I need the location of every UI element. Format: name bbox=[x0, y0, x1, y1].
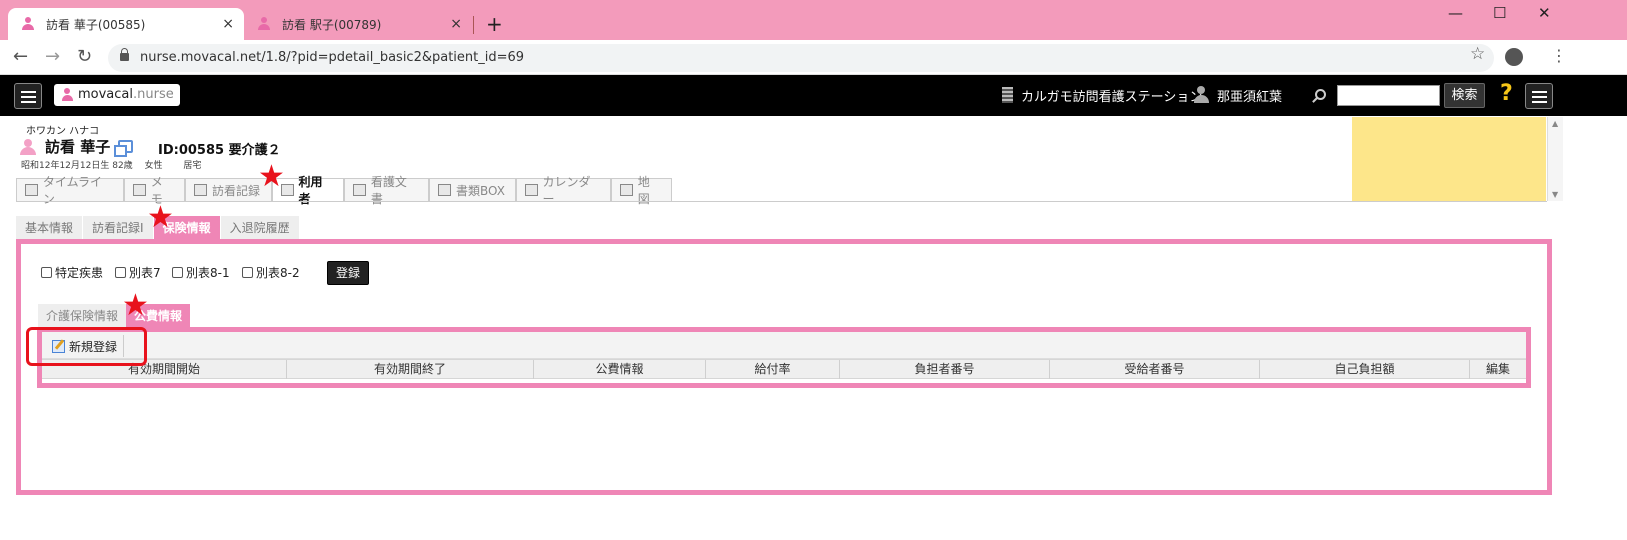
col-header: 自己負担額 bbox=[1260, 360, 1470, 379]
station-name: カルガモ訪問看護ステーション bbox=[1021, 90, 1203, 105]
minimize-button[interactable]: — bbox=[1448, 4, 1463, 22]
box-icon bbox=[438, 184, 451, 196]
logo-text: movacal bbox=[78, 87, 134, 102]
forward-button[interactable]: → bbox=[45, 46, 60, 67]
col-header: 受給者番号 bbox=[1050, 360, 1260, 379]
scrollbar[interactable]: ▲ ▼ bbox=[1547, 117, 1563, 201]
app-header: movacal.nurse カルガモ訪問看護ステーション 那亜須紅葉 検索 ? bbox=[0, 75, 1627, 116]
logo-mark-icon bbox=[62, 88, 74, 102]
pdf-icon bbox=[353, 184, 366, 196]
patient-favicon-icon bbox=[22, 17, 36, 31]
url-text: nurse.movacal.net/1.8/?pid=pdetail_basic… bbox=[140, 50, 525, 65]
address-bar-row: ← → ↻ nurse.movacal.net/1.8/?pid=pdetail… bbox=[0, 40, 1627, 75]
window-close-button[interactable]: ✕ bbox=[1538, 4, 1551, 22]
col-header: 編集 bbox=[1485, 362, 1510, 376]
browser-tab-inactive[interactable]: 訪看 駅子(00789) × bbox=[246, 8, 472, 40]
highlight-frame bbox=[26, 327, 147, 366]
table-toolbar bbox=[42, 332, 1526, 359]
checkbox-label: 別表7 bbox=[129, 266, 161, 280]
checkbox[interactable] bbox=[172, 267, 183, 278]
tab-label: 書類BOX bbox=[456, 183, 505, 198]
checkbox-label: 別表8-1 bbox=[186, 266, 230, 280]
help-icon[interactable]: ? bbox=[1500, 81, 1513, 106]
tab-label: 訪看記録 bbox=[212, 183, 261, 198]
patient-id: ID:00585 要介護２ bbox=[158, 143, 281, 158]
browser-tab-strip: 訪看 華子(00585) × 訪看 駅子(00789) × + — ☐ ✕ bbox=[0, 0, 1627, 40]
maximize-button[interactable]: ☐ bbox=[1493, 4, 1506, 22]
register-button[interactable]: 登録 bbox=[327, 261, 369, 285]
timeline-icon bbox=[25, 184, 38, 196]
inner-tabs: 介護保険情報 公費情報 bbox=[38, 304, 191, 327]
patient-details: 昭和12年12月12日生 82歳 女性 居宅 bbox=[21, 161, 202, 171]
tab-map[interactable]: 地図 bbox=[611, 175, 672, 206]
record-icon bbox=[194, 184, 207, 196]
logo-suffix: .nurse bbox=[133, 87, 174, 102]
new-tab-button[interactable]: + bbox=[486, 12, 503, 36]
subtab-admission-history[interactable]: 入退院履歴 bbox=[220, 216, 299, 239]
calendar-icon bbox=[525, 184, 538, 196]
checkbox-label: 特定疾患 bbox=[55, 266, 104, 280]
col-header: 公費情報 bbox=[534, 360, 706, 379]
tab-calendar[interactable]: カレンダー bbox=[516, 175, 611, 206]
user-name[interactable]: 那亜須紅葉 bbox=[1217, 86, 1282, 105]
back-button[interactable]: ← bbox=[13, 46, 28, 67]
subtab-visit-record-1[interactable]: 訪看記録I bbox=[83, 216, 153, 239]
browser-tab-active[interactable]: 訪看 華子(00585) × bbox=[8, 8, 244, 40]
tab-memo[interactable]: メモ bbox=[124, 175, 185, 206]
col-header: 有効期間終了 bbox=[287, 360, 534, 379]
annotation-star-icon: ★ bbox=[122, 288, 149, 323]
pencil-icon bbox=[133, 184, 146, 196]
url-field[interactable]: nurse.movacal.net/1.8/?pid=pdetail_basic… bbox=[108, 44, 1494, 72]
checkbox[interactable] bbox=[41, 267, 52, 278]
hamburger-menu-button[interactable] bbox=[14, 83, 42, 109]
patient-name: 訪看 華子 bbox=[45, 138, 111, 156]
tab-timeline[interactable]: タイムライン bbox=[16, 175, 124, 206]
user-icon bbox=[1193, 86, 1210, 103]
browser-tab-title: 訪看 華子(00585) bbox=[46, 17, 146, 32]
lock-icon bbox=[120, 48, 129, 61]
right-menu-button[interactable] bbox=[1525, 83, 1553, 109]
search-button[interactable]: 検索 bbox=[1444, 83, 1485, 108]
tab-document-box[interactable]: 書類BOX bbox=[429, 178, 516, 201]
patient-avatar-icon bbox=[20, 139, 36, 155]
checkbox-table-7[interactable]: 別表7 bbox=[115, 264, 161, 281]
patient-favicon-icon bbox=[258, 17, 272, 31]
checkbox-specified-disease[interactable]: 特定疾患 bbox=[41, 264, 103, 281]
checkbox-table-8-1[interactable]: 別表8-1 bbox=[172, 264, 230, 281]
open-window-icon[interactable] bbox=[114, 140, 133, 157]
app-logo[interactable]: movacal.nurse bbox=[54, 84, 180, 106]
search-icon bbox=[1315, 89, 1326, 100]
tab-separator bbox=[473, 16, 474, 34]
annotation-star-icon: ★ bbox=[147, 200, 174, 235]
col-header: 負担者番号 bbox=[840, 360, 1050, 379]
subtab-basic-info[interactable]: 基本情報 bbox=[16, 216, 83, 239]
patient-kana: ホワカン ハナコ bbox=[26, 126, 100, 137]
annotation-star-icon: ★ bbox=[258, 159, 285, 194]
checkbox-table-8-2[interactable]: 別表8-2 bbox=[242, 264, 300, 281]
table-header: 有効期間開始 有効期間終了 公費情報 給付率 負担者番号 受給者番号 自己負担額… bbox=[42, 359, 1526, 379]
checkbox-label: 別表8-2 bbox=[256, 266, 300, 280]
bookmark-star-icon[interactable]: ☆ bbox=[1470, 44, 1485, 64]
map-icon bbox=[620, 184, 633, 196]
close-tab-icon[interactable]: × bbox=[450, 16, 462, 32]
search-input[interactable] bbox=[1337, 85, 1440, 106]
account-icon[interactable] bbox=[1505, 48, 1523, 66]
close-tab-icon[interactable]: × bbox=[222, 16, 234, 32]
checkbox[interactable] bbox=[242, 267, 253, 278]
building-icon bbox=[1002, 87, 1013, 103]
browser-menu-icon[interactable]: ⋮ bbox=[1551, 46, 1567, 65]
tab-divider bbox=[16, 201, 1547, 202]
sticky-note-area bbox=[1352, 117, 1546, 201]
browser-tab-title: 訪看 駅子(00789) bbox=[282, 17, 382, 32]
main-tabs: タイムライン メモ 訪看記録 利用者 看護文書 書類BOX カレンダー 地図 bbox=[16, 175, 672, 206]
checkbox[interactable] bbox=[115, 267, 126, 278]
tab-nursing-docs[interactable]: 看護文書 bbox=[344, 175, 429, 206]
col-header: 給付率 bbox=[706, 360, 840, 379]
tab-care-insurance[interactable]: 介護保険情報 bbox=[38, 304, 127, 327]
reload-button[interactable]: ↻ bbox=[77, 46, 92, 67]
